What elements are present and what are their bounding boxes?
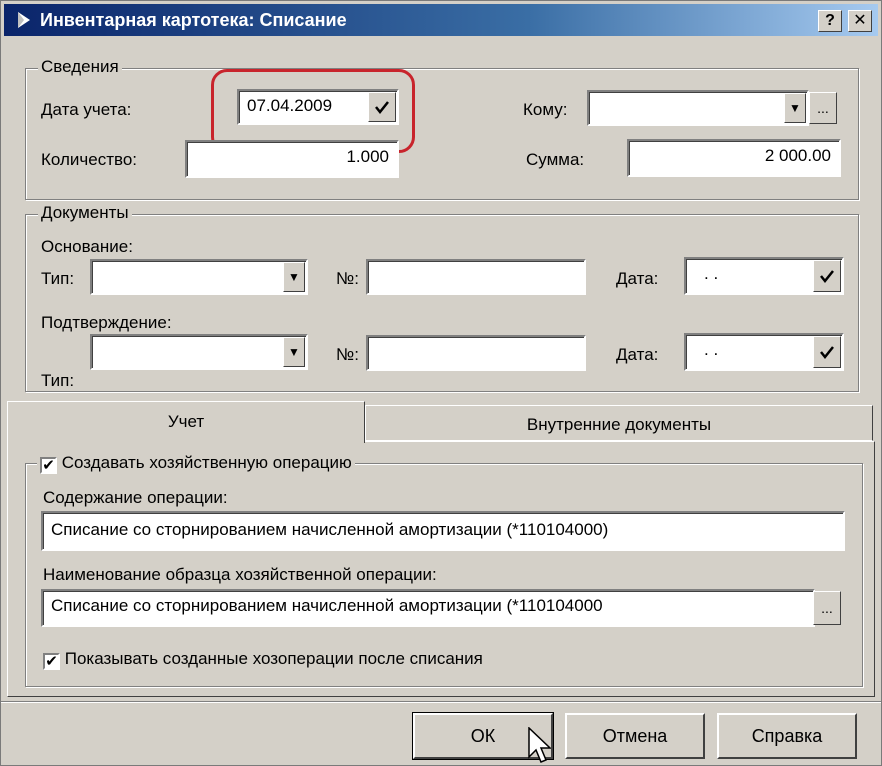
template-label: Наименование образца хозяйственной опера… [43, 565, 437, 584]
svedenia-group-label: Сведения [38, 57, 122, 77]
bottom-separator [1, 701, 881, 703]
template-browse-button[interactable]: ... [813, 591, 841, 625]
komu-browse-button[interactable]: ... [809, 92, 837, 124]
create-op-checkbox[interactable]: ✔ [40, 457, 57, 474]
content-label: Содержание операции: [43, 488, 228, 507]
podtverzhdenie-type-dropdown[interactable]: ▼ [283, 337, 305, 367]
template-field[interactable]: Списание со сторнированием начисленной а… [41, 589, 815, 627]
podtverzhdenie-type-label: Тип: [41, 371, 75, 390]
help-button[interactable]: Справка [717, 713, 857, 759]
podtverzhdenie-type-combo[interactable]: ▼ [90, 334, 308, 370]
podtverzhdenie-number-label: №: [336, 345, 359, 364]
osnovanie-type-label: Тип: [41, 269, 75, 288]
show-ops-checkbox-row[interactable]: ✔ Показывать созданные хозоперации после… [43, 649, 483, 670]
podtverzhdenie-number-field[interactable] [366, 335, 586, 371]
show-ops-checkbox[interactable]: ✔ [43, 653, 60, 670]
date-label: Дата учета: [41, 100, 132, 119]
title-bar[interactable]: Инвентарная картотека: Списание ? ✕ [4, 4, 878, 36]
chevron-down-icon: ▼ [288, 270, 300, 284]
podtverzhdenie-label: Подтверждение: [41, 313, 172, 332]
tab-internal-documents[interactable]: Внутренние документы [365, 405, 873, 441]
app-icon [18, 12, 30, 28]
show-ops-label: Показывать созданные хозоперации после с… [64, 649, 483, 668]
chevron-down-icon: ▼ [789, 101, 801, 115]
dialog-window: Инвентарная картотека: Списание ? ✕ Свед… [0, 0, 882, 766]
sum-label: Сумма: [526, 150, 585, 169]
osnovanie-date-label: Дата: [616, 269, 659, 288]
osnovanie-label: Основание: [41, 237, 133, 256]
podtverzhdenie-date-field[interactable]: . . [684, 333, 844, 371]
sum-field[interactable]: 2 000.00 [627, 139, 841, 177]
create-op-label: Создавать хозяйственную операцию [61, 453, 352, 472]
qty-label: Количество: [41, 150, 138, 169]
osnovanie-type-dropdown[interactable]: ▼ [283, 262, 305, 292]
osnovanie-date-field[interactable]: . . [684, 257, 844, 295]
help-title-button[interactable]: ? [818, 10, 842, 32]
create-op-checkbox-row[interactable]: ✔ Создавать хозяйственную операцию [37, 453, 355, 474]
qty-field[interactable]: 1.000 [185, 140, 399, 178]
osnovanie-type-combo[interactable]: ▼ [90, 259, 308, 295]
documents-group-label: Документы [38, 203, 132, 223]
osnovanie-date-check[interactable] [813, 260, 841, 292]
mouse-cursor-icon [528, 727, 551, 763]
osnovanie-number-label: №: [336, 269, 359, 288]
osnovanie-number-field[interactable] [366, 259, 586, 295]
podtverzhdenie-date-check[interactable] [813, 336, 841, 368]
komu-dropdown-button[interactable]: ▼ [784, 93, 806, 123]
cancel-button[interactable]: Отмена [565, 713, 705, 759]
podtverzhdenie-date-label: Дата: [616, 345, 659, 364]
komu-label: Кому: [523, 100, 568, 119]
content-field[interactable]: Списание со сторнированием начисленной а… [41, 511, 845, 551]
chevron-down-icon: ▼ [288, 345, 300, 359]
check-icon [820, 346, 834, 359]
close-icon: ✕ [853, 12, 867, 29]
window-title: Инвентарная картотека: Списание [40, 10, 347, 30]
check-icon [820, 270, 834, 283]
tab-uchet[interactable]: Учет [7, 401, 365, 443]
close-button[interactable]: ✕ [848, 10, 872, 32]
svedenia-group [25, 68, 859, 200]
komu-combo[interactable]: ▼ [587, 90, 809, 126]
